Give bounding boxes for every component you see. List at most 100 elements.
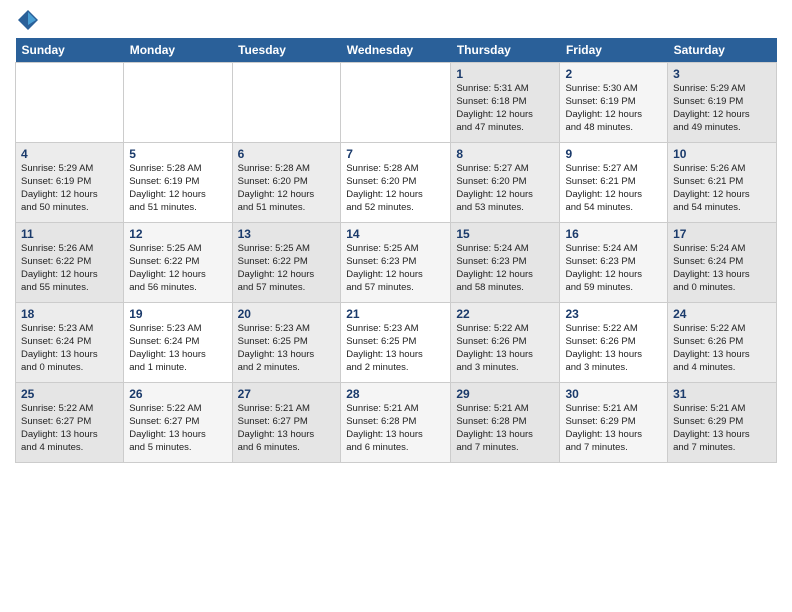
day-info: Sunrise: 5:28 AMSunset: 6:20 PMDaylight:… <box>346 163 445 214</box>
day-cell-1-4: 8 Sunrise: 5:27 AMSunset: 6:20 PMDaylight… <box>451 143 560 223</box>
day-number: 21 <box>346 307 445 321</box>
week-row-0: 1 Sunrise: 5:31 AMSunset: 6:18 PMDaylight… <box>16 63 777 143</box>
week-row-3: 18Sunrise: 5:23 AMSunset: 6:24 PMDayligh… <box>16 303 777 383</box>
day-cell-0-3 <box>341 63 451 143</box>
day-cell-0-4: 1 Sunrise: 5:31 AMSunset: 6:18 PMDaylight… <box>451 63 560 143</box>
day-number: 8 <box>456 147 554 161</box>
day-number: 9 <box>565 147 662 161</box>
day-cell-2-2: 13 Sunrise: 5:25 AMSunset: 6:22 PMDayligh… <box>232 223 341 303</box>
week-row-4: 25 Sunrise: 5:22 AMSunset: 6:27 PMDayligh… <box>16 383 777 463</box>
day-info: Sunrise: 5:27 AMSunset: 6:21 PMDaylight:… <box>565 163 662 214</box>
week-row-1: 4 Sunrise: 5:29 AMSunset: 6:19 PMDaylight… <box>16 143 777 223</box>
day-cell-4-2: 27Sunrise: 5:21 AMSunset: 6:27 PMDayligh… <box>232 383 341 463</box>
day-cell-2-6: 17Sunrise: 5:24 AMSunset: 6:24 PMDayligh… <box>668 223 777 303</box>
day-cell-3-5: 23 Sunrise: 5:22 AMSunset: 6:26 PMDayligh… <box>560 303 668 383</box>
day-number: 12 <box>129 227 226 241</box>
weekday-row: SundayMondayTuesdayWednesdayThursdayFrid… <box>16 38 777 63</box>
day-cell-2-5: 16Sunrise: 5:24 AMSunset: 6:23 PMDayligh… <box>560 223 668 303</box>
day-number: 22 <box>456 307 554 321</box>
day-info: Sunrise: 5:22 AMSunset: 6:26 PMDaylight:… <box>673 323 771 374</box>
day-cell-2-4: 15 Sunrise: 5:24 AMSunset: 6:23 PMDayligh… <box>451 223 560 303</box>
day-number: 19 <box>129 307 226 321</box>
day-info: Sunrise: 5:26 AMSunset: 6:22 PMDaylight:… <box>21 243 118 294</box>
day-cell-3-1: 19Sunrise: 5:23 AMSunset: 6:24 PMDayligh… <box>124 303 232 383</box>
day-cell-4-1: 26Sunrise: 5:22 AMSunset: 6:27 PMDayligh… <box>124 383 232 463</box>
day-cell-4-5: 30Sunrise: 5:21 AMSunset: 6:29 PMDayligh… <box>560 383 668 463</box>
day-number: 11 <box>21 227 118 241</box>
calendar-header: SundayMondayTuesdayWednesdayThursdayFrid… <box>16 38 777 63</box>
day-info: Sunrise: 5:25 AMSunset: 6:23 PMDaylight:… <box>346 243 445 294</box>
weekday-wednesday: Wednesday <box>341 38 451 63</box>
day-info: Sunrise: 5:30 AMSunset: 6:19 PMDaylight:… <box>565 83 662 134</box>
day-number: 10 <box>673 147 771 161</box>
main-container: SundayMondayTuesdayWednesdayThursdayFrid… <box>0 0 792 473</box>
day-number: 3 <box>673 67 771 81</box>
day-info: Sunrise: 5:26 AMSunset: 6:21 PMDaylight:… <box>673 163 771 214</box>
day-number: 1 <box>456 67 554 81</box>
day-cell-3-4: 22 Sunrise: 5:22 AMSunset: 6:26 PMDayligh… <box>451 303 560 383</box>
day-info: Sunrise: 5:31 AMSunset: 6:18 PMDaylight:… <box>456 83 554 134</box>
day-number: 13 <box>238 227 336 241</box>
day-cell-1-2: 6 Sunrise: 5:28 AMSunset: 6:20 PMDaylight… <box>232 143 341 223</box>
day-cell-2-1: 12 Sunrise: 5:25 AMSunset: 6:22 PMDayligh… <box>124 223 232 303</box>
day-info: Sunrise: 5:21 AMSunset: 6:29 PMDaylight:… <box>673 403 771 454</box>
day-info: Sunrise: 5:22 AMSunset: 6:26 PMDaylight:… <box>565 323 662 374</box>
day-number: 17 <box>673 227 771 241</box>
day-info: Sunrise: 5:23 AMSunset: 6:25 PMDaylight:… <box>238 323 336 374</box>
day-cell-1-0: 4 Sunrise: 5:29 AMSunset: 6:19 PMDaylight… <box>16 143 124 223</box>
day-number: 14 <box>346 227 445 241</box>
day-number: 23 <box>565 307 662 321</box>
day-cell-0-1 <box>124 63 232 143</box>
header <box>15 10 777 30</box>
day-cell-0-5: 2 Sunrise: 5:30 AMSunset: 6:19 PMDaylight… <box>560 63 668 143</box>
day-info: Sunrise: 5:27 AMSunset: 6:20 PMDaylight:… <box>456 163 554 214</box>
day-info: Sunrise: 5:29 AMSunset: 6:19 PMDaylight:… <box>21 163 118 214</box>
day-info: Sunrise: 5:25 AMSunset: 6:22 PMDaylight:… <box>129 243 226 294</box>
day-number: 28 <box>346 387 445 401</box>
day-number: 30 <box>565 387 662 401</box>
day-cell-1-1: 5Sunrise: 5:28 AMSunset: 6:19 PMDaylight… <box>124 143 232 223</box>
day-number: 25 <box>21 387 118 401</box>
day-cell-4-3: 28Sunrise: 5:21 AMSunset: 6:28 PMDayligh… <box>341 383 451 463</box>
weekday-thursday: Thursday <box>451 38 560 63</box>
weekday-monday: Monday <box>124 38 232 63</box>
day-cell-3-2: 20 Sunrise: 5:23 AMSunset: 6:25 PMDayligh… <box>232 303 341 383</box>
day-cell-2-3: 14 Sunrise: 5:25 AMSunset: 6:23 PMDayligh… <box>341 223 451 303</box>
day-info: Sunrise: 5:28 AMSunset: 6:19 PMDaylight:… <box>129 163 226 214</box>
day-number: 15 <box>456 227 554 241</box>
day-cell-1-3: 7 Sunrise: 5:28 AMSunset: 6:20 PMDaylight… <box>341 143 451 223</box>
day-cell-1-6: 10 Sunrise: 5:26 AMSunset: 6:21 PMDayligh… <box>668 143 777 223</box>
day-info: Sunrise: 5:23 AMSunset: 6:25 PMDaylight:… <box>346 323 445 374</box>
day-number: 7 <box>346 147 445 161</box>
day-info: Sunrise: 5:24 AMSunset: 6:23 PMDaylight:… <box>456 243 554 294</box>
day-cell-3-6: 24 Sunrise: 5:22 AMSunset: 6:26 PMDayligh… <box>668 303 777 383</box>
day-info: Sunrise: 5:21 AMSunset: 6:28 PMDaylight:… <box>456 403 554 454</box>
day-info: Sunrise: 5:28 AMSunset: 6:20 PMDaylight:… <box>238 163 336 214</box>
day-number: 4 <box>21 147 118 161</box>
day-number: 6 <box>238 147 336 161</box>
day-info: Sunrise: 5:22 AMSunset: 6:26 PMDaylight:… <box>456 323 554 374</box>
day-cell-0-0 <box>16 63 124 143</box>
day-cell-3-3: 21 Sunrise: 5:23 AMSunset: 6:25 PMDayligh… <box>341 303 451 383</box>
weekday-tuesday: Tuesday <box>232 38 341 63</box>
logo-icon <box>18 10 38 30</box>
day-number: 31 <box>673 387 771 401</box>
logo <box>15 10 38 30</box>
weekday-sunday: Sunday <box>16 38 124 63</box>
day-cell-1-5: 9 Sunrise: 5:27 AMSunset: 6:21 PMDaylight… <box>560 143 668 223</box>
day-cell-4-4: 29 Sunrise: 5:21 AMSunset: 6:28 PMDayligh… <box>451 383 560 463</box>
calendar-body: 1 Sunrise: 5:31 AMSunset: 6:18 PMDaylight… <box>16 63 777 463</box>
weekday-friday: Friday <box>560 38 668 63</box>
day-number: 24 <box>673 307 771 321</box>
day-cell-2-0: 11 Sunrise: 5:26 AMSunset: 6:22 PMDayligh… <box>16 223 124 303</box>
day-info: Sunrise: 5:29 AMSunset: 6:19 PMDaylight:… <box>673 83 771 134</box>
day-cell-4-0: 25 Sunrise: 5:22 AMSunset: 6:27 PMDayligh… <box>16 383 124 463</box>
day-number: 2 <box>565 67 662 81</box>
day-info: Sunrise: 5:22 AMSunset: 6:27 PMDaylight:… <box>21 403 118 454</box>
day-info: Sunrise: 5:25 AMSunset: 6:22 PMDaylight:… <box>238 243 336 294</box>
day-number: 20 <box>238 307 336 321</box>
weekday-saturday: Saturday <box>668 38 777 63</box>
day-info: Sunrise: 5:21 AMSunset: 6:27 PMDaylight:… <box>238 403 336 454</box>
day-number: 29 <box>456 387 554 401</box>
day-info: Sunrise: 5:23 AMSunset: 6:24 PMDaylight:… <box>21 323 118 374</box>
